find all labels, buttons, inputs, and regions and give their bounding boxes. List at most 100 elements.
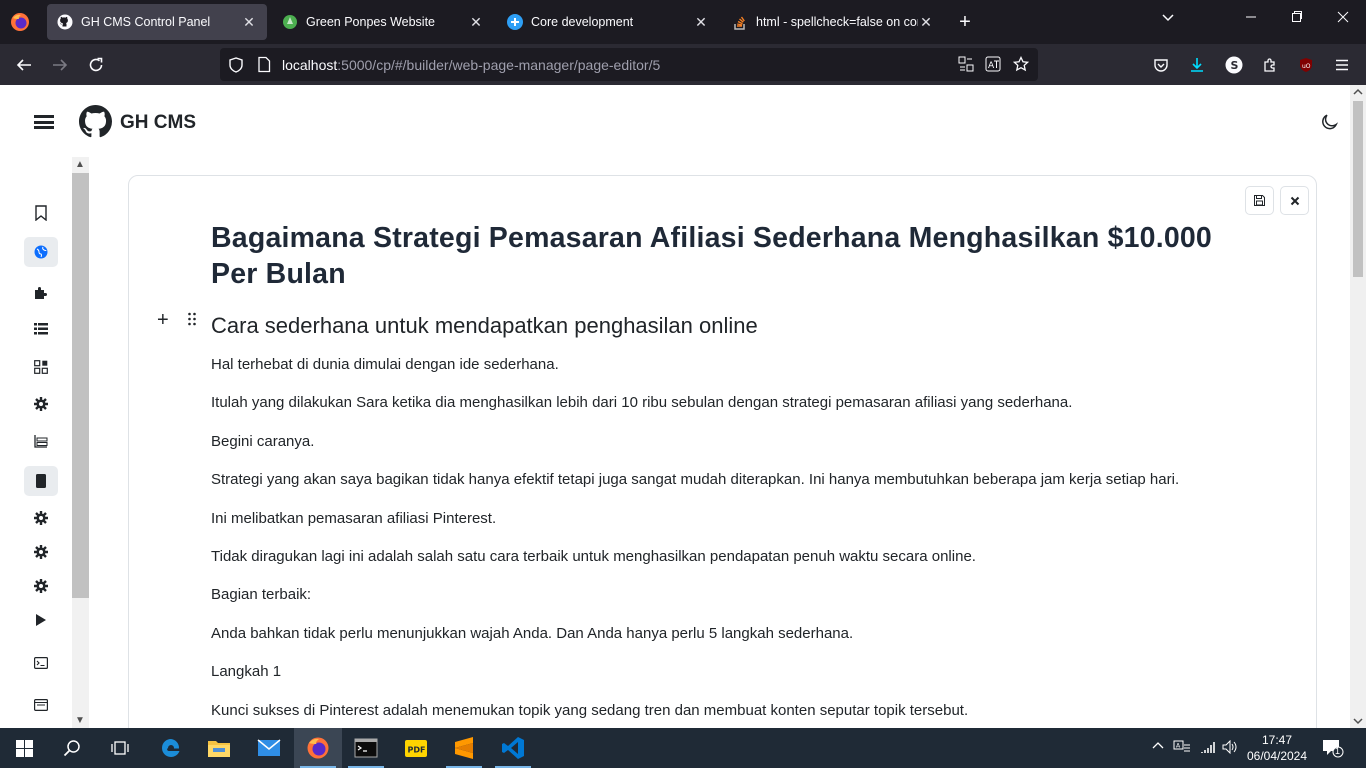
extensions-puzzle-icon[interactable] bbox=[1257, 52, 1283, 78]
article-subtitle[interactable]: Cara sederhana untuk mendapatkan penghas… bbox=[211, 312, 1251, 340]
scroll-up-arrow-icon[interactable]: ▲ bbox=[75, 159, 85, 170]
paragraph[interactable]: Ini melibatkan pemasaran afiliasi Pinter… bbox=[211, 509, 1251, 529]
paragraph[interactable]: Kunci sukses di Pinterest adalah menemuk… bbox=[211, 701, 1251, 721]
sublime-text-taskbar-button[interactable] bbox=[440, 728, 488, 768]
reader-view-icon[interactable] bbox=[958, 56, 974, 72]
restore-button[interactable] bbox=[1282, 10, 1312, 27]
ublock-origin-icon[interactable]: uO bbox=[1293, 52, 1319, 78]
moon-icon[interactable] bbox=[1320, 112, 1340, 132]
tray-chevron-icon[interactable] bbox=[1152, 740, 1164, 755]
paragraph[interactable]: Tidak diragukan lagi ini adalah salah sa… bbox=[211, 547, 1251, 567]
sidebar-item-settings[interactable] bbox=[24, 389, 58, 419]
account-avatar-icon[interactable]: S bbox=[1221, 52, 1247, 78]
keyboard-language-icon[interactable]: A bbox=[1173, 740, 1191, 757]
page-scroll-thumb[interactable] bbox=[1353, 101, 1363, 277]
back-arrow-icon[interactable] bbox=[11, 52, 37, 78]
menu-icon[interactable] bbox=[1329, 52, 1355, 78]
page-icon[interactable] bbox=[256, 56, 272, 73]
terminal-taskbar-button[interactable] bbox=[342, 728, 390, 768]
close-tab-icon[interactable]: ✕ bbox=[468, 14, 484, 31]
sidebar-item-list[interactable] bbox=[24, 314, 58, 344]
sidebar-item-terminal[interactable] bbox=[24, 648, 58, 678]
task-view-icon bbox=[111, 741, 129, 755]
article-title[interactable]: Bagaimana Strategi Pemasaran Afiliasi Se… bbox=[211, 220, 1251, 292]
close-editor-button[interactable] bbox=[1280, 186, 1309, 215]
close-tab-icon[interactable]: ✕ bbox=[693, 14, 709, 31]
system-clock[interactable]: 17:47 06/04/2024 bbox=[1244, 732, 1310, 764]
page-scrollbar[interactable] bbox=[1350, 85, 1366, 728]
scroll-down-arrow-icon[interactable]: ▼ bbox=[75, 715, 85, 726]
volume-icon[interactable] bbox=[1222, 739, 1238, 757]
minimize-button[interactable] bbox=[1236, 10, 1266, 27]
stackoverflow-icon bbox=[732, 14, 748, 30]
sidebar-item-bookmarks[interactable] bbox=[24, 198, 58, 228]
reload-icon[interactable] bbox=[83, 52, 109, 78]
tab-list-chevron-icon[interactable] bbox=[1153, 10, 1183, 27]
sidebar-item-layers[interactable] bbox=[24, 426, 58, 456]
svg-text:S: S bbox=[1231, 59, 1239, 72]
scroll-up-arrow-icon[interactable] bbox=[1353, 88, 1363, 96]
paragraph[interactable]: Strategi yang akan saya bagikan tidak ha… bbox=[211, 470, 1251, 490]
start-button[interactable] bbox=[0, 728, 48, 768]
url-text[interactable]: localhost:5000/cp/#/builder/web-page-man… bbox=[282, 57, 660, 73]
svg-text:A: A bbox=[1176, 743, 1181, 750]
editor-content[interactable]: Bagaimana Strategi Pemasaran Afiliasi Se… bbox=[211, 220, 1251, 721]
sidebar-item-plugins[interactable] bbox=[24, 278, 58, 308]
edge-taskbar-button[interactable] bbox=[147, 728, 195, 768]
gear-icon bbox=[34, 579, 48, 593]
gear-icon bbox=[34, 545, 48, 559]
firefox-taskbar-button[interactable] bbox=[294, 728, 342, 768]
sidebar-item-window[interactable] bbox=[24, 690, 58, 720]
sidebar-item-globe[interactable] bbox=[24, 237, 58, 267]
paragraph[interactable]: Langkah 1 bbox=[211, 662, 1251, 682]
tab-gh-cms-control-panel[interactable]: GH CMS Control Panel ✕ bbox=[47, 4, 267, 40]
wifi-icon[interactable] bbox=[1200, 740, 1216, 757]
search-button[interactable] bbox=[48, 728, 96, 768]
translate-icon[interactable]: A bbox=[985, 56, 1001, 72]
sidebar-toggle-button[interactable] bbox=[34, 115, 54, 129]
globe-icon bbox=[34, 245, 48, 259]
new-tab-button[interactable]: + bbox=[955, 12, 975, 32]
sidebar-item-play[interactable] bbox=[24, 605, 58, 635]
paragraph[interactable]: Anda bahkan tidak perlu menunjukkan waja… bbox=[211, 624, 1251, 644]
vscode-taskbar-button[interactable] bbox=[489, 728, 537, 768]
url-bar[interactable]: localhost:5000/cp/#/builder/web-page-man… bbox=[220, 48, 1038, 81]
plus-circle-icon bbox=[507, 14, 523, 30]
tab-stackoverflow[interactable]: html - spellcheck=false on conte ✕ bbox=[722, 4, 944, 40]
notification-center-button[interactable]: 1 bbox=[1322, 738, 1344, 761]
paragraph[interactable]: Bagian terbaik: bbox=[211, 585, 1251, 605]
sidebar-scrollbar[interactable]: ▲ ▼ bbox=[72, 157, 89, 728]
forward-arrow-icon[interactable] bbox=[47, 52, 73, 78]
bookmark-star-icon[interactable] bbox=[1013, 56, 1029, 72]
shield-icon[interactable] bbox=[228, 57, 244, 73]
file-explorer-taskbar-button[interactable] bbox=[195, 728, 243, 768]
close-tab-icon[interactable]: ✕ bbox=[241, 14, 257, 31]
close-tab-icon[interactable]: ✕ bbox=[918, 14, 934, 31]
mail-taskbar-button[interactable] bbox=[245, 728, 293, 768]
windows-taskbar: PDF A 17:47 06/04/2024 1 bbox=[0, 728, 1366, 768]
sidebar-item-settings-2[interactable] bbox=[24, 503, 58, 533]
tab-core-development[interactable]: Core development ✕ bbox=[497, 4, 719, 40]
save-button[interactable] bbox=[1245, 186, 1274, 215]
firefox-icon[interactable] bbox=[10, 12, 30, 32]
task-view-button[interactable] bbox=[96, 728, 144, 768]
sidebar-item-grid[interactable] bbox=[24, 352, 58, 382]
close-window-button[interactable] bbox=[1328, 10, 1358, 27]
sidebar-item-settings-3[interactable] bbox=[24, 537, 58, 567]
pdf-taskbar-button[interactable]: PDF bbox=[392, 728, 440, 768]
drag-handle-icon[interactable] bbox=[187, 312, 197, 326]
window-icon bbox=[34, 699, 48, 711]
scroll-down-arrow-icon[interactable] bbox=[1353, 717, 1363, 725]
add-block-button[interactable]: + bbox=[157, 310, 169, 330]
edge-icon bbox=[162, 739, 180, 757]
paragraph[interactable]: Hal terhebat di dunia dimulai dengan ide… bbox=[211, 355, 1251, 375]
paragraph[interactable]: Itulah yang dilakukan Sara ketika dia me… bbox=[211, 393, 1251, 413]
download-icon[interactable] bbox=[1184, 52, 1210, 78]
sidebar-scroll-thumb[interactable] bbox=[72, 173, 89, 598]
notification-count: 1 bbox=[1335, 746, 1341, 756]
sidebar-item-settings-4[interactable] bbox=[24, 571, 58, 601]
paragraph[interactable]: Begini caranya. bbox=[211, 432, 1251, 452]
pocket-icon[interactable] bbox=[1148, 52, 1174, 78]
tab-green-ponpes-website[interactable]: Green Ponpes Website ✕ bbox=[272, 4, 494, 40]
sidebar-item-pages[interactable] bbox=[24, 466, 58, 496]
